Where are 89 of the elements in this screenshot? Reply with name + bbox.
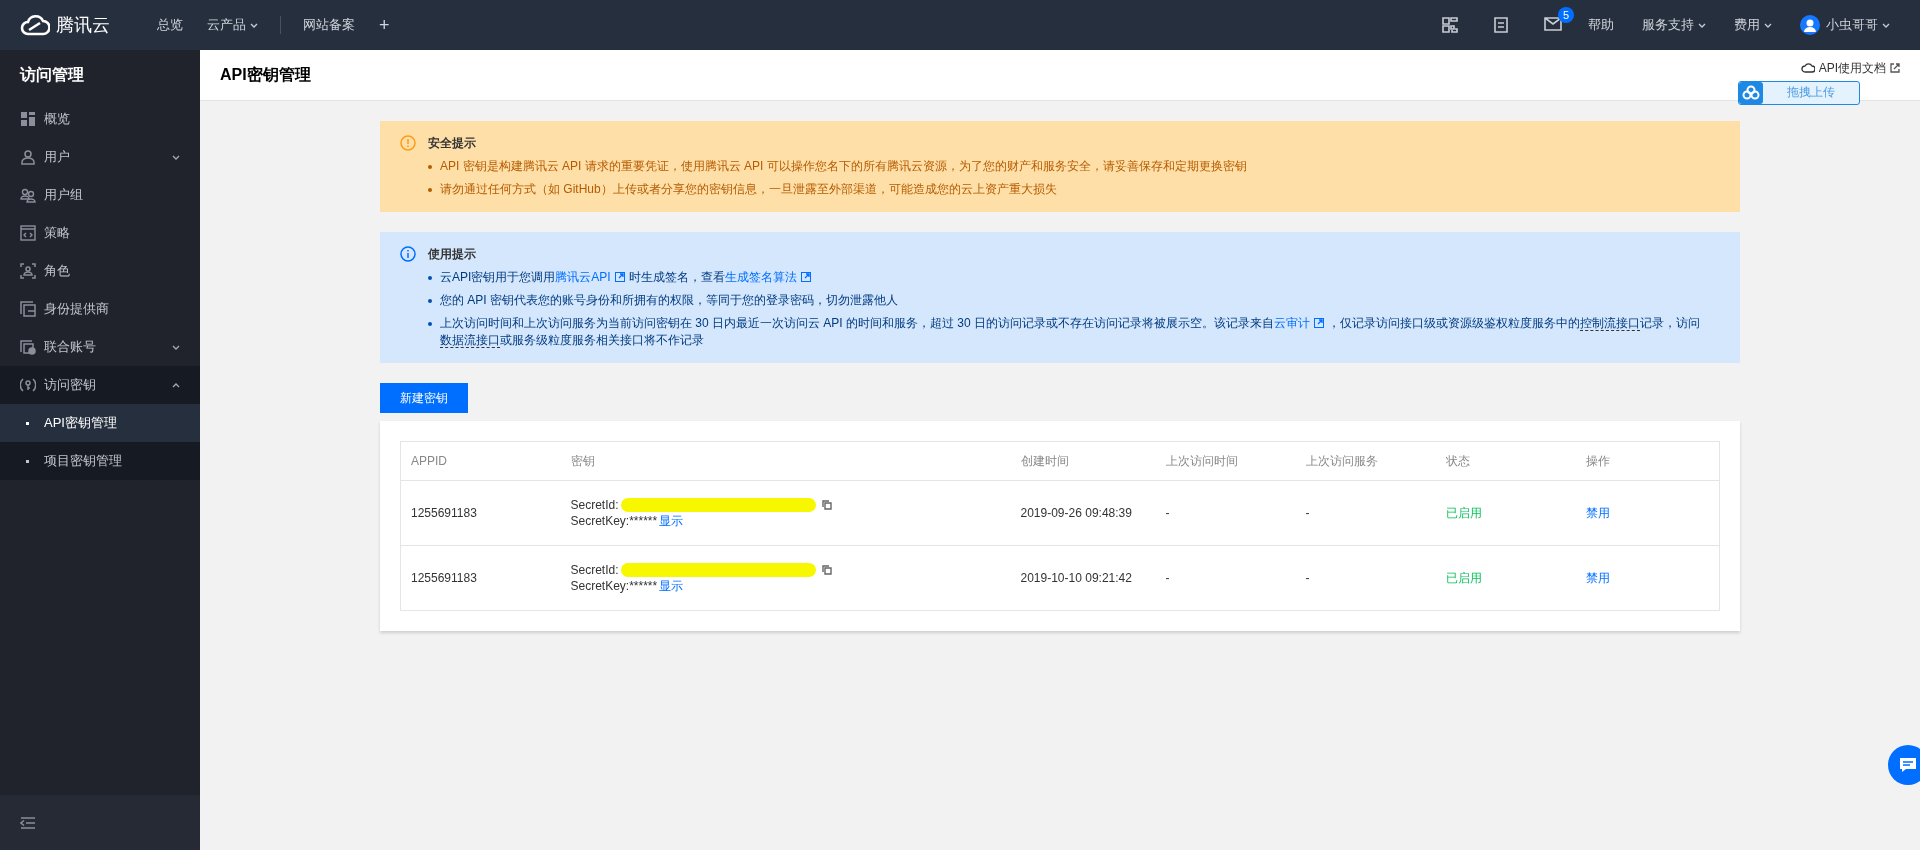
person-frame-icon <box>20 263 36 279</box>
column-header: 上次访问时间 <box>1155 441 1296 481</box>
external-link-icon <box>1314 318 1325 328</box>
table-cell: - <box>1155 480 1296 546</box>
status-text: 已启用 <box>1435 545 1576 611</box>
api-docs-link[interactable]: API使用文档 <box>1800 59 1900 77</box>
create-key-button[interactable]: 新建密钥 <box>380 383 468 413</box>
alert-text: 请勿通过任何方式（如 GitHub）上传或者分享您的密钥信息，一旦泄露至外部渠道，可能造成您的云上资产重大损失 <box>440 181 1057 198</box>
code-window-icon <box>20 225 36 241</box>
avatar-icon[interactable] <box>1800 15 1820 35</box>
external-link-icon <box>800 272 811 282</box>
sidebar-subitem[interactable]: 项目密钥管理 <box>0 442 200 480</box>
secret-key-label: SecretKey:****** <box>570 513 658 529</box>
user-menu[interactable]: 小虫哥哥 <box>1820 16 1920 34</box>
column-header: 操作 <box>1575 441 1720 481</box>
document-icon[interactable] <box>1494 17 1508 33</box>
nav-link[interactable]: 总览 <box>145 16 195 34</box>
stacked-windows-icon <box>20 301 36 317</box>
top-menu-link[interactable]: 服务支持 <box>1628 16 1720 34</box>
disable-link[interactable]: 禁用 <box>1585 505 1610 520</box>
table-cell: - <box>1155 545 1296 611</box>
chevron-down-icon <box>172 344 180 350</box>
alert-text: 您的 API 密钥代表您的账号身份和所拥有的权限，等同于您的登录密码，切勿泄露他人 <box>440 292 898 309</box>
window-check-icon <box>20 339 36 355</box>
status-text: 已启用 <box>1435 480 1576 546</box>
column-header: 密钥 <box>560 441 1011 481</box>
top-menu-link[interactable]: 帮助 <box>1574 16 1628 34</box>
sidebar-item[interactable]: 用户 <box>0 138 200 176</box>
collapse-menu-icon[interactable] <box>20 816 36 829</box>
sidebar-title: 访问管理 <box>18 65 85 85</box>
unread-count-badge: 5 <box>1558 6 1574 23</box>
secret-id-label: SecretId: <box>570 497 619 513</box>
sidebar-subitem[interactable]: API密钥管理 <box>0 404 200 442</box>
page-title: API密钥管理 <box>220 64 311 85</box>
copy-icon[interactable] <box>821 500 832 510</box>
chevron-up-icon <box>172 382 180 388</box>
alert-text: 上次访问时间和上次访问服务为当前访问密钥在 30 日内最近一次访问云 API 的时间和服务，超过 30 日的访问记录或不存在访问记录将被展示空。该记录来自云审计 ，仅记录访问接口级或资源级鉴权粒度服务中的控制流接口记录，访问 数据流接口或服务级粒度服务相关接口将不作记录 <box>440 315 1702 349</box>
table-cell: 1255691183 <box>400 480 561 546</box>
table-cell: - <box>1295 545 1436 611</box>
sidebar-item[interactable]: 身份提供商 <box>0 290 200 328</box>
inline-link[interactable]: 腾讯云API <box>555 270 629 284</box>
table-cell: 2019-09-26 09:48:39 <box>1010 480 1156 546</box>
disable-link[interactable]: 禁用 <box>1585 570 1610 585</box>
table-cell: - <box>1295 480 1436 546</box>
warning-icon <box>400 135 416 151</box>
nav-link[interactable]: 网站备案 <box>291 16 367 34</box>
key-icon <box>20 377 36 393</box>
users-icon <box>20 187 36 203</box>
show-key-link[interactable]: 显示 <box>659 578 684 594</box>
table-cell: 2019-10-10 09:21:42 <box>1010 545 1156 611</box>
inline-link[interactable]: 云审计 <box>1274 316 1329 330</box>
chat-button[interactable] <box>1888 745 1920 785</box>
sidebar-item[interactable]: 角色 <box>0 252 200 290</box>
secret-id-label: SecretId: <box>570 562 619 578</box>
add-button[interactable]: + <box>367 14 402 36</box>
nav-link[interactable]: 云产品 <box>195 16 270 34</box>
column-header: 创建时间 <box>1010 441 1156 481</box>
sidebar-item[interactable]: 访问密钥 <box>0 366 200 404</box>
term-tooltip[interactable]: 数据流接口 <box>440 333 500 348</box>
info-icon <box>400 246 416 262</box>
chevron-down-icon <box>172 154 180 160</box>
inline-link[interactable]: 生成签名算法 <box>724 270 815 284</box>
table-cell: 1255691183 <box>400 545 561 611</box>
alert-title: 安全提示 <box>428 135 477 152</box>
external-link-icon <box>1890 63 1900 73</box>
alert-text: 云API密钥用于您调用腾讯云API 时生成签名，查看生成签名算法 <box>440 269 815 286</box>
mail-icon[interactable] <box>1544 16 1562 31</box>
sidebar-item[interactable]: 联合账号 <box>0 328 200 366</box>
qr-code-icon[interactable] <box>1442 17 1458 33</box>
column-header: APPID <box>400 441 561 481</box>
copy-icon[interactable] <box>821 565 832 575</box>
sidebar-item[interactable]: 用户组 <box>0 176 200 214</box>
show-key-link[interactable]: 显示 <box>659 513 684 529</box>
brand-name: 腾讯云 <box>56 14 110 37</box>
upload-label: 拖拽上传 <box>1786 84 1836 101</box>
secret-key-label: SecretKey:****** <box>570 578 658 594</box>
grid-icon <box>20 111 36 127</box>
alert-title: 使用提示 <box>428 246 477 263</box>
column-header: 上次访问服务 <box>1295 441 1436 481</box>
sidebar-item[interactable]: 策略 <box>0 214 200 252</box>
sidebar-item[interactable]: 概览 <box>0 100 200 138</box>
term-tooltip[interactable]: 控制流接口 <box>1580 316 1641 331</box>
column-header: 状态 <box>1435 441 1576 481</box>
user-icon <box>20 149 36 165</box>
chevron-down-icon <box>1882 22 1890 28</box>
alert-text: API 密钥是构建腾讯云 API 请求的重要凭证，使用腾讯云 API 可以操作您名下的所有腾讯云资源，为了您的财产和服务安全，请妥善保存和定期更换密钥 <box>440 158 1247 175</box>
top-menu-link[interactable]: 费用 <box>1720 16 1786 34</box>
external-link-icon <box>614 272 625 282</box>
cloud-logo-icon <box>20 14 50 36</box>
